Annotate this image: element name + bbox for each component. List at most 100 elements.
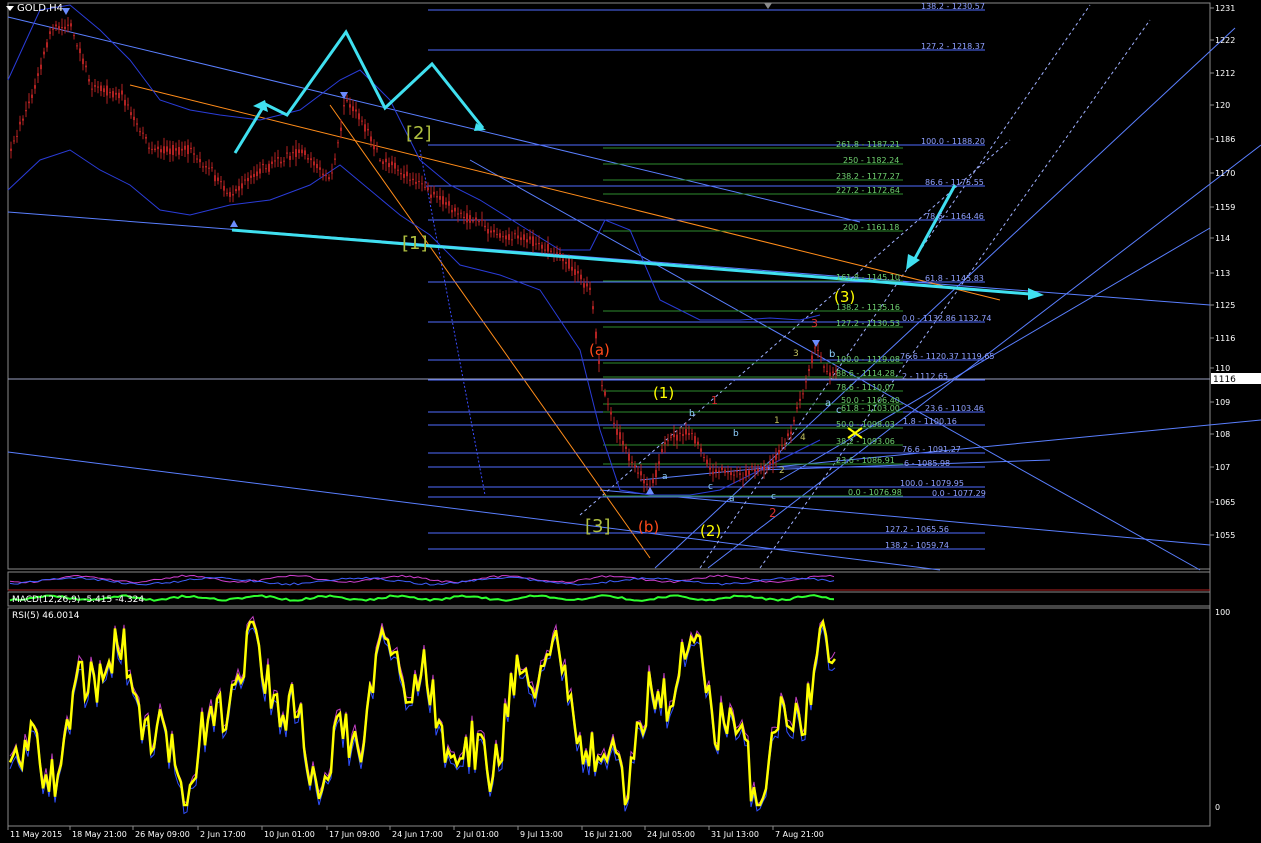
candle-body: [565, 261, 567, 264]
fib-green-label: 0.0 - 1076.98: [848, 488, 902, 497]
candle-body: [475, 217, 477, 221]
candle-body: [493, 229, 495, 233]
candle-body: [502, 236, 504, 238]
candle-body: [592, 306, 594, 310]
candle-body: [661, 448, 663, 453]
main-plot-frame: [7, 2, 1211, 570]
subwave-a: a: [729, 494, 735, 504]
fib-blue-label: 23.6 - 1103.46: [925, 404, 984, 413]
candle-body: [25, 110, 27, 112]
rsi-line: [8, 618, 836, 807]
candle-body: [124, 99, 126, 106]
candle-body: [142, 132, 144, 134]
candle-body: [304, 150, 306, 156]
candle-body: [226, 192, 228, 194]
candle-body: [310, 158, 312, 161]
candle-body: [550, 250, 552, 252]
candle-body: [190, 147, 192, 150]
candle-body: [622, 440, 624, 445]
candle-body: [706, 459, 708, 465]
time-tick-label: 11 May 2015: [10, 830, 62, 839]
candle-body: [253, 173, 255, 177]
candle-body: [505, 235, 507, 240]
subwave-3: 3: [793, 349, 799, 359]
candle-body: [583, 283, 585, 288]
rsi-scale-top: 100: [1215, 608, 1230, 617]
candle-body: [460, 212, 462, 214]
candle-body: [547, 244, 549, 252]
candle-body: [487, 228, 489, 234]
price-axis: 1231122212121201186117011591141131125111…: [8, 4, 1261, 812]
fib-blue-label: 100.0 - 1079.95: [900, 479, 964, 488]
candle-body: [121, 90, 123, 95]
candle-body: [538, 242, 540, 245]
candle-body: [805, 381, 807, 383]
candle-body: [283, 160, 285, 162]
candle-body: [415, 181, 417, 184]
chevron-down-icon[interactable]: [6, 5, 14, 11]
candle-body: [541, 244, 543, 249]
candle-body: [277, 157, 279, 159]
candle-body: [64, 26, 66, 29]
candle-body: [241, 183, 243, 189]
candle-body: [595, 331, 597, 339]
candle-body: [145, 136, 147, 139]
candle-body: [256, 171, 258, 177]
candle-body: [424, 186, 426, 188]
time-tick-label: 10 Jun 01:00: [264, 830, 315, 839]
channel-line: [599, 489, 1211, 546]
candle-body: [580, 274, 582, 280]
candle-body: [175, 148, 177, 151]
candle-body: [463, 216, 465, 219]
time-tick-label: 16 Jul 21:00: [584, 830, 632, 839]
time-tick-label: 7 Aug 21:00: [775, 830, 824, 839]
price-chart[interactable]: 138.2 - 1230.57127.2 - 1218.37100.0 - 11…: [0, 0, 1261, 839]
candle-body: [394, 162, 396, 169]
subwave-2: 2: [779, 466, 785, 476]
fib-green-label: 23.6 - 1086.91: [836, 456, 895, 465]
candle-body: [523, 234, 525, 240]
candle-body: [58, 26, 60, 30]
candle-body: [406, 171, 408, 177]
rsi-scale-bottom: 0: [1215, 803, 1220, 812]
candle-body: [799, 398, 801, 401]
candle-body: [319, 167, 321, 170]
price-tick-label: 1212: [1215, 69, 1235, 78]
fib-blue-label: 138.2 - 1230.57: [921, 2, 985, 11]
wave-label-three: (3): [834, 288, 855, 306]
candle-body: [631, 461, 633, 463]
candle-body: [430, 194, 432, 198]
candle-body: [826, 370, 828, 372]
price-tick-label: 113: [1215, 269, 1230, 278]
candle-body: [397, 169, 399, 171]
subwave-1: 1: [774, 416, 780, 426]
fib-green-label: 127.2 - 1130.53: [836, 319, 900, 328]
price-tick-label: 1055: [1215, 531, 1235, 540]
price-tick-label: 1159: [1215, 203, 1235, 212]
candle-body: [19, 121, 21, 125]
fib-blue-label: 0.0 - 1132.86 1132.74: [902, 314, 991, 323]
candle-body: [598, 360, 600, 364]
candle-body: [469, 215, 471, 223]
macd-pane-frame: [7, 591, 1211, 607]
chart-window[interactable]: 138.2 - 1230.57 127.2 - 1218.37 100.0 - 11…: [0, 0, 1261, 839]
candle-body: [391, 161, 393, 166]
channel-lines: [7, 4, 1261, 571]
price-tick-label: 120: [1215, 101, 1230, 110]
fib-green-label: 78.6 - 1110.07: [836, 383, 895, 392]
candle-body: [61, 26, 63, 29]
candle-body: [832, 371, 834, 373]
candle-body: [52, 28, 54, 30]
candle-body: [640, 471, 642, 476]
candle-body: [247, 177, 249, 182]
time-tick-label: 24 Jul 05:00: [647, 830, 695, 839]
candle-body: [274, 160, 276, 162]
candle-body: [370, 136, 372, 142]
candle-body: [754, 469, 756, 472]
fib-blue-label: 61.8 - 1145.83: [925, 274, 984, 283]
candle-body: [532, 236, 534, 247]
current-price-label: 1116: [1213, 375, 1236, 385]
symbol-label[interactable]: GOLD,H4: [6, 3, 63, 14]
candle-body: [55, 24, 57, 27]
candle-body: [685, 429, 687, 435]
